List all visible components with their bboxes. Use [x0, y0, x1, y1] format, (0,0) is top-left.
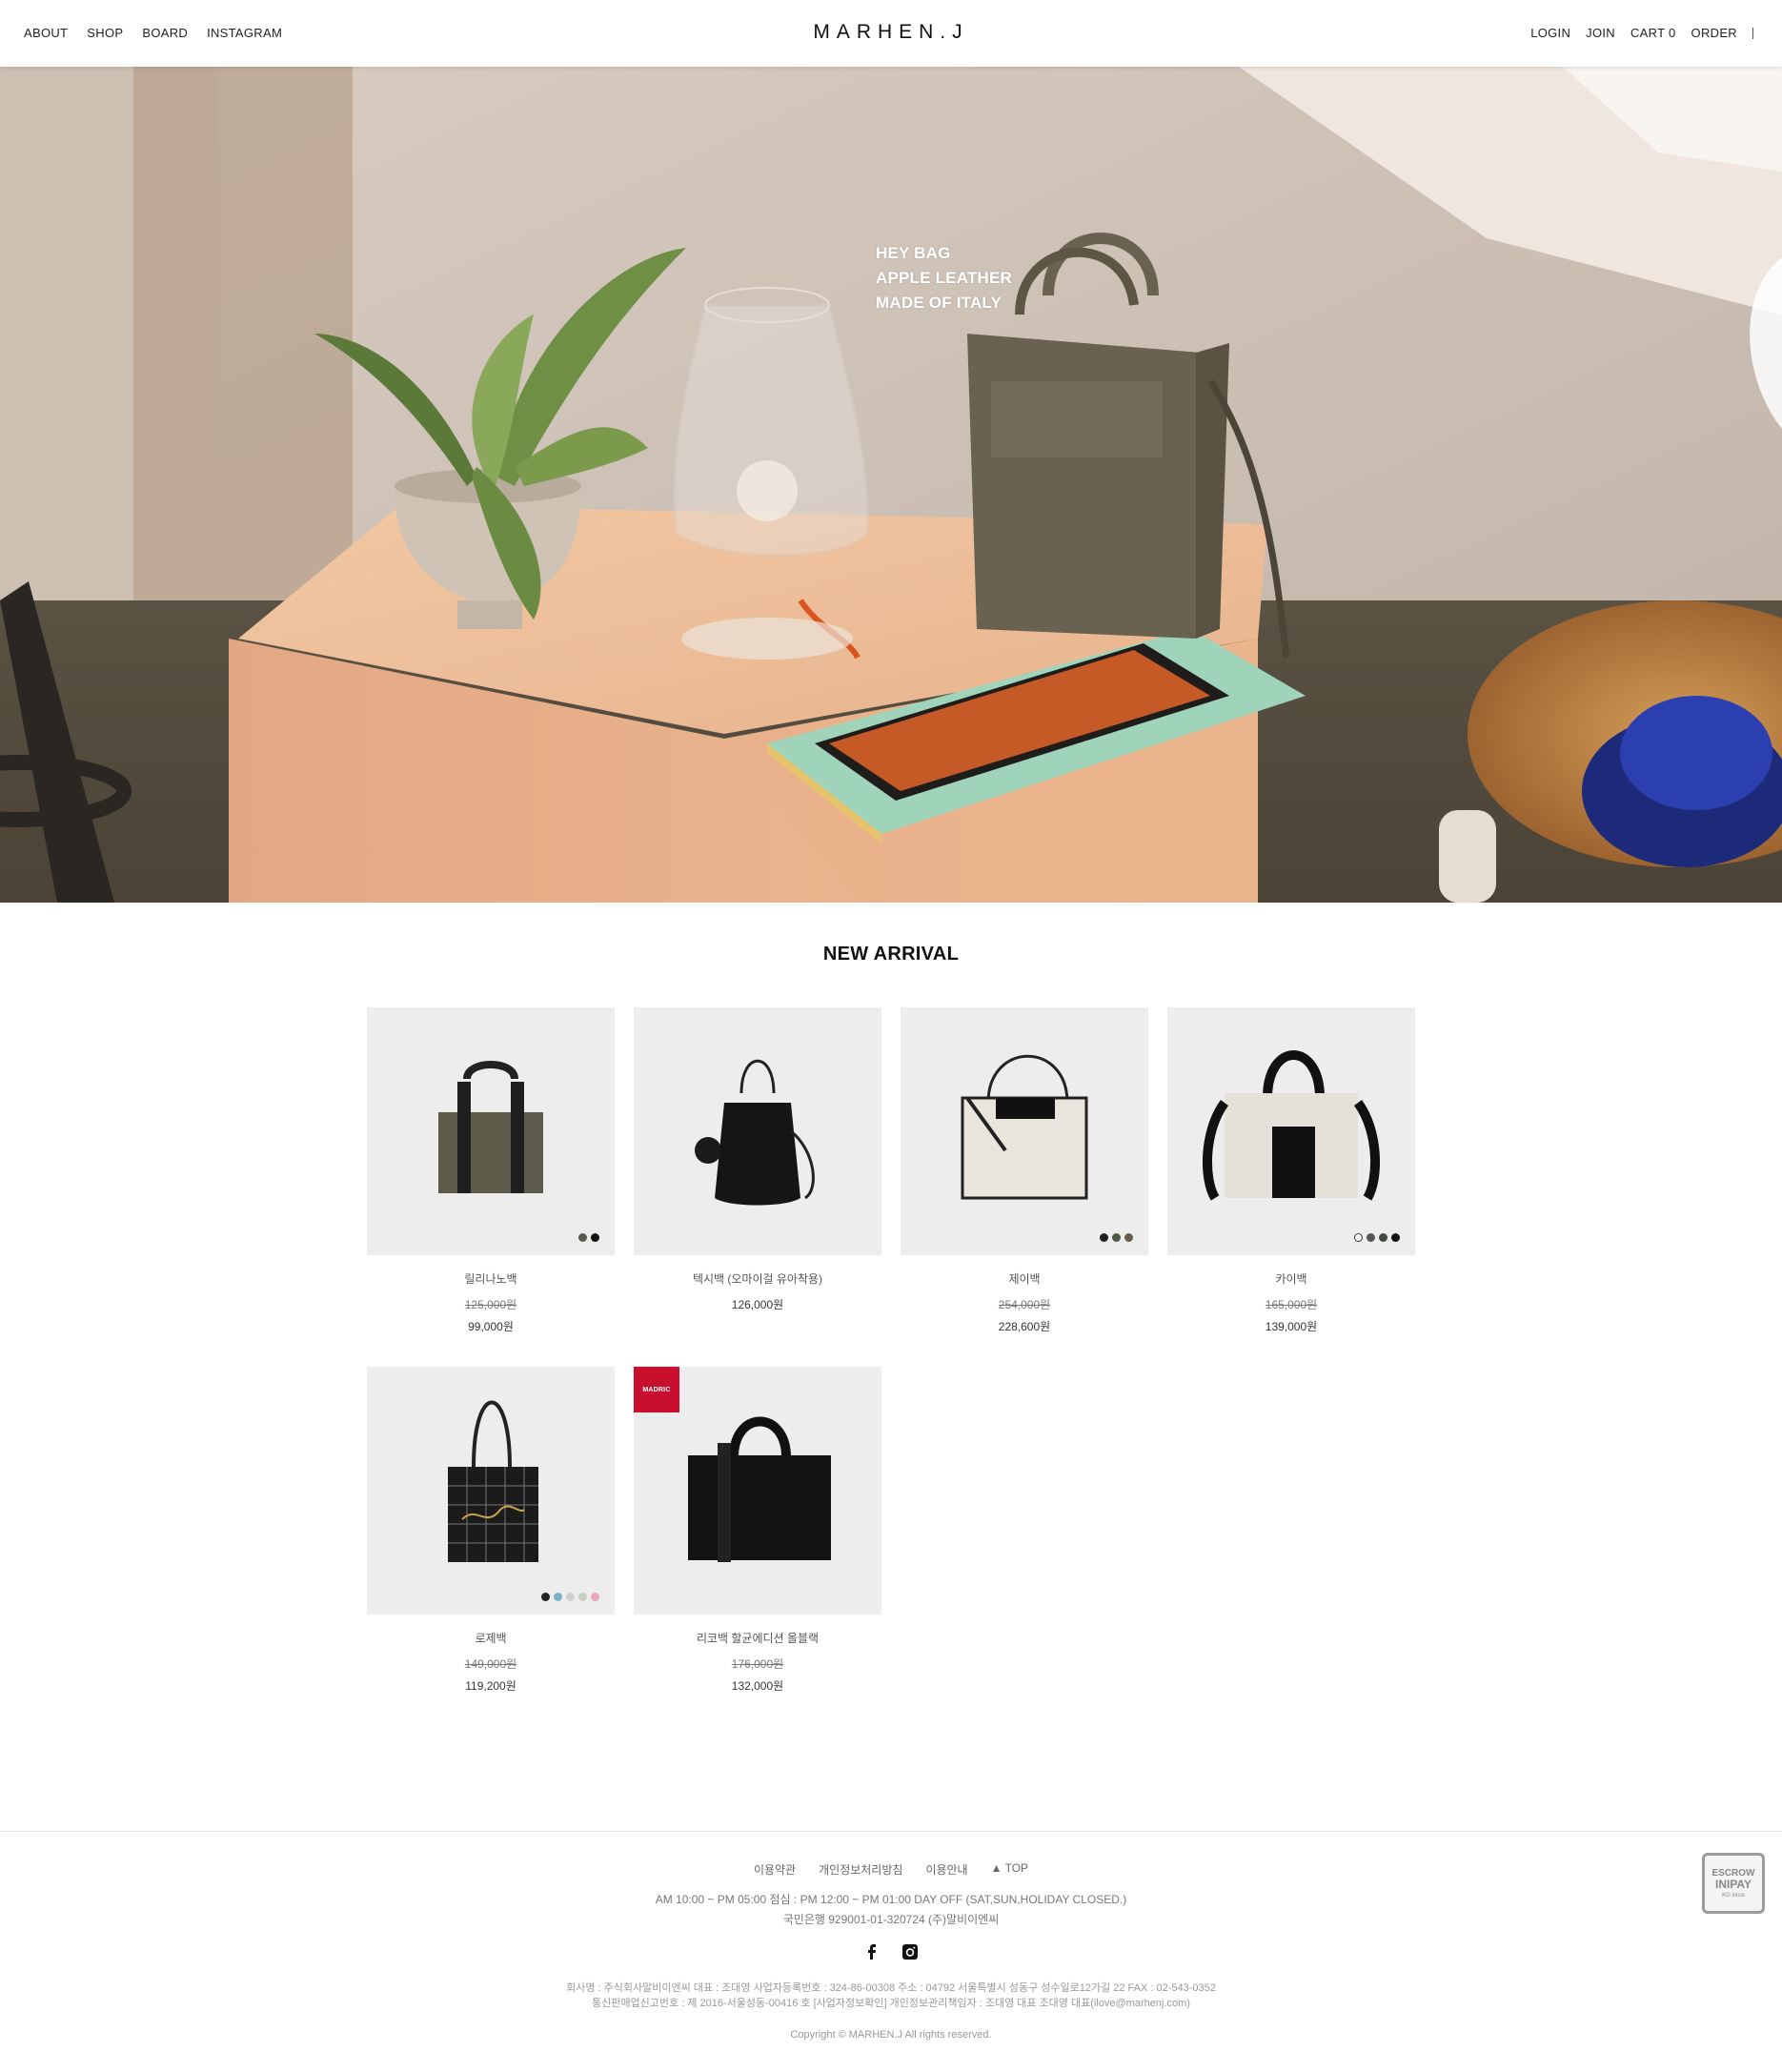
color-swatch[interactable] [591, 1593, 599, 1601]
join-link[interactable]: JOIN [1586, 26, 1615, 40]
color-swatch[interactable] [591, 1233, 599, 1242]
color-swatch[interactable] [1100, 1233, 1108, 1242]
product-card[interactable]: 카이백 165,000원 139,000원 [1167, 1007, 1415, 1334]
product-original-price: 125,000원 [464, 1298, 517, 1311]
kg-inicis-label: KG inicis [1722, 1893, 1745, 1899]
color-swatch[interactable] [541, 1593, 550, 1601]
product-card[interactable]: 제이백 254,000원 228,600원 [901, 1007, 1148, 1334]
product-name[interactable]: 제이백 [901, 1270, 1148, 1287]
new-arrival-title: NEW ARRIVAL [822, 944, 960, 965]
color-swatch[interactable] [1124, 1233, 1133, 1242]
instagram-icon[interactable] [902, 1944, 918, 1960]
cart-link[interactable]: CART 0 [1630, 26, 1676, 40]
product-image[interactable] [367, 1367, 615, 1615]
product-image[interactable] [367, 1007, 615, 1255]
product-name[interactable]: 로제백 [367, 1630, 615, 1646]
privacy-link[interactable]: 개인정보처리방침 [819, 1861, 902, 1878]
bag-image [688, 1416, 831, 1562]
product-name[interactable]: 텍시백 (오마이걸 유아착용) [634, 1270, 881, 1287]
color-swatch[interactable] [578, 1233, 587, 1242]
hero-banner[interactable]: HEY BAG APPLE LEATHER MADE OF ITALY [0, 67, 1782, 903]
login-link[interactable]: LOGIN [1530, 26, 1570, 40]
product-image[interactable] [901, 1007, 1148, 1255]
product-image[interactable] [1167, 1007, 1415, 1255]
hero-line-3: MADE OF ITALY [876, 294, 1002, 312]
product-name[interactable]: 릴리나노백 [367, 1270, 615, 1287]
company-info-2: 통신판매업신고번호 : 제 2016-서울성동-00416 호 [사업자정보확인… [592, 1998, 1190, 2009]
company-info: 회사명 : 주식회사말비이엔씨 대표 : 조대영 사업자등록번호 : 324-8… [566, 1982, 1216, 1994]
hero-line-1: HEY BAG [876, 244, 951, 262]
product-image[interactable] [634, 1007, 881, 1255]
bag-image [961, 1054, 1088, 1200]
hero-photo [0, 67, 1782, 903]
product-original-price: 176,000원 [731, 1657, 784, 1671]
business-hours: AM 10:00 ~ PM 05:00 점심 : PM 12:00 ~ PM 0… [655, 1893, 1127, 1906]
social-links [0, 1944, 1782, 1960]
product-original-price: 254,000원 [998, 1298, 1051, 1311]
bank-account: 국민은행 929001-01-320724 (주)말비이엔씨 [782, 1913, 1000, 1926]
site-logo[interactable]: MARHEN.J [0, 21, 1782, 44]
facebook-icon[interactable] [864, 1944, 880, 1960]
color-swatch[interactable] [1379, 1233, 1387, 1242]
bag-image [695, 1059, 815, 1206]
bag-image [1203, 1050, 1380, 1201]
escrow-inipay-badge[interactable]: ESCROW INIPAY KG inicis [1702, 1853, 1765, 1914]
product-price: 132,000원 [731, 1679, 784, 1693]
color-swatches [1100, 1233, 1133, 1242]
color-swatch[interactable] [1112, 1233, 1121, 1242]
footer-divider [0, 1831, 1782, 1832]
product-price: 119,200원 [465, 1679, 516, 1693]
bag-image [448, 1400, 538, 1562]
site-header: ABOUT SHOP BOARD INSTAGRAM MARHEN.J LOGI… [0, 0, 1782, 67]
product-price: 126,000원 [731, 1298, 784, 1311]
guide-link[interactable]: 이용안내 [925, 1861, 967, 1878]
account-nav: LOGIN JOIN CART 0 ORDER [1530, 26, 1753, 40]
product-card[interactable]: MADRIC 리코백 할균에디션 올블랙 176,000원 132,000원 [634, 1367, 881, 1694]
bag-image [438, 1061, 543, 1193]
product-price: 99,000원 [468, 1320, 514, 1333]
terms-link[interactable]: 이용약관 [754, 1861, 796, 1878]
product-image[interactable]: MADRIC [634, 1367, 881, 1615]
footer-nav: 이용약관 개인정보처리방침 이용안내 ▲ TOP [0, 1861, 1782, 1878]
color-swatch[interactable] [1367, 1233, 1375, 1242]
product-card[interactable]: 텍시백 (오마이걸 유아착용) 126,000원 [634, 1007, 881, 1312]
hero-line-2: APPLE LEATHER [876, 269, 1013, 287]
color-swatches [1354, 1233, 1400, 1242]
order-link[interactable]: ORDER [1691, 26, 1737, 40]
product-card[interactable]: 로제백 149,000원 119,200원 [367, 1367, 615, 1694]
color-swatch[interactable] [566, 1593, 575, 1601]
back-to-top-link[interactable]: ▲ TOP [991, 1861, 1028, 1878]
product-name[interactable]: 카이백 [1167, 1270, 1415, 1287]
color-swatches [541, 1593, 599, 1601]
product-original-price: 165,000원 [1265, 1298, 1318, 1311]
color-swatches [578, 1233, 599, 1242]
hero-caption: HEY BAG APPLE LEATHER MADE OF ITALY [876, 241, 1012, 315]
product-card[interactable]: 릴리나노백 125,000원 99,000원 [367, 1007, 615, 1334]
color-swatch[interactable] [578, 1593, 587, 1601]
product-original-price: 149,000원 [464, 1657, 517, 1671]
nav-divider [1752, 27, 1753, 39]
copyright: Copyright © MARHEN.J All rights reserved… [790, 2029, 992, 2041]
inipay-label: INIPAY [1714, 1878, 1752, 1891]
color-swatch[interactable] [1354, 1233, 1363, 1242]
product-name[interactable]: 리코백 할균에디션 올블랙 [634, 1630, 881, 1646]
color-swatch[interactable] [554, 1593, 562, 1601]
color-swatch[interactable] [1391, 1233, 1400, 1242]
product-price: 139,000원 [1265, 1320, 1318, 1333]
product-price: 228,600원 [998, 1320, 1051, 1333]
